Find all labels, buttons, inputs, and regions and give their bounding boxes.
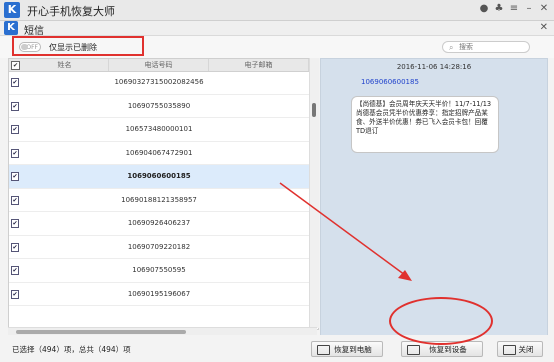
wechat-icon[interactable]: ●: [478, 3, 490, 15]
app-logo-icon: K: [4, 2, 20, 18]
sms-dialog: K 短信 ✕ OFF 仅显示已删除 ⌕ ✔ 姓名 电话号码 电子邮箱 ✔ 1069…: [0, 21, 554, 362]
message-sender: 1069060600185: [361, 78, 419, 86]
message-date: 2016-11-06 14:28:16: [396, 63, 472, 71]
row-checkbox[interactable]: ✔: [11, 125, 19, 134]
row-checkbox[interactable]: ✔: [11, 219, 19, 228]
row-phone-number: 106907550595: [132, 266, 186, 274]
row-checkbox[interactable]: ✔: [11, 242, 19, 252]
table-row[interactable]: ✔ 106904067472901: [9, 142, 318, 165]
row-phone-number: 10690188121358957: [121, 195, 197, 204]
row-phone-number: 10690195196067: [127, 289, 191, 298]
row-checkbox[interactable]: ✔: [11, 78, 19, 87]
select-all-checkbox[interactable]: ✔: [11, 61, 20, 70]
exit-icon: [503, 345, 516, 355]
annotation-box: [12, 36, 144, 56]
table-row[interactable]: ✔ 10690755035890: [9, 95, 318, 118]
close-app-icon[interactable]: ✕: [538, 3, 550, 15]
dialog-title: 短信: [24, 26, 44, 37]
row-phone-number: 10690755035890: [127, 101, 191, 110]
dialog-close-icon[interactable]: ✕: [540, 22, 548, 33]
row-phone-number: 10690926406237: [127, 219, 191, 227]
row-phone-number: 10690709220182: [127, 242, 191, 251]
table-row[interactable]: ✔ 106573480000101: [9, 118, 318, 142]
table-row[interactable]: ✔ 10690195196067: [9, 283, 318, 306]
app-title-bar: K 开心手机恢复大师 ● ♣ ≡ – ✕: [0, 0, 554, 21]
column-header-name[interactable]: 姓名: [21, 59, 109, 71]
message-pane: 2016-11-06 14:28:16 1069060600185 【尚德基】会…: [320, 58, 548, 337]
row-phone-number: 106573480000101: [125, 125, 193, 133]
footer: 已选择（494）项，总共（494）项 恢复到电脑 恢复到设备 关闭: [0, 335, 554, 362]
column-header-phone[interactable]: 电话号码: [109, 59, 209, 71]
row-checkbox[interactable]: ✔: [11, 266, 19, 275]
app-title: 开心手机恢复大师: [27, 5, 115, 18]
row-phone-number: 1069060600185: [127, 172, 191, 180]
contacts-table: ✔ 姓名 电话号码 电子邮箱 ✔ 10690327315002082456 ✔ 106…: [8, 58, 319, 330]
selection-count: 已选择（494）项，总共（494）项: [12, 345, 131, 354]
row-checkbox[interactable]: ✔: [11, 172, 19, 181]
table-row[interactable]: ✔ 10690188121358957: [9, 189, 318, 212]
table-row[interactable]: ✔ 10690327315002082456: [9, 71, 318, 95]
table-row[interactable]: ✔ 10690926406237: [9, 212, 318, 236]
toolbar: OFF 仅显示已删除 ⌕: [0, 36, 554, 58]
table-row[interactable]: ✔ 1069060600185: [9, 165, 318, 189]
search-box[interactable]: ⌕: [442, 41, 530, 53]
minimize-icon[interactable]: –: [523, 3, 535, 15]
search-input[interactable]: [459, 42, 525, 52]
restore-to-device-button[interactable]: 恢复到设备: [401, 341, 483, 357]
row-checkbox[interactable]: ✔: [11, 101, 19, 111]
scroll-thumb[interactable]: [16, 330, 186, 334]
dialog-logo-icon: K: [4, 21, 18, 35]
row-checkbox[interactable]: ✔: [11, 289, 19, 299]
table-row[interactable]: ✔ 10690709220182: [9, 236, 318, 259]
message-bubble: 【尚德基】会员周年庆天天半价！11/7-11/13尚德基会员凭半价优惠券享：指定…: [351, 96, 499, 153]
row-checkbox[interactable]: ✔: [11, 148, 19, 158]
scroll-thumb[interactable]: [312, 103, 316, 117]
close-button[interactable]: 关闭: [497, 341, 543, 357]
phone-icon: [407, 345, 420, 355]
table-vertical-scrollbar[interactable]: [309, 58, 319, 328]
skin-icon[interactable]: ♣: [493, 3, 505, 15]
column-header-email[interactable]: 电子邮箱: [209, 59, 309, 71]
restore-to-pc-button[interactable]: 恢复到电脑: [311, 341, 383, 357]
menu-icon[interactable]: ≡: [508, 3, 520, 15]
row-phone-number: 106904067472901: [125, 148, 193, 157]
computer-icon: [317, 345, 330, 355]
dialog-header: K 短信 ✕: [0, 21, 554, 37]
search-icon: ⌕: [449, 43, 454, 52]
row-checkbox[interactable]: ✔: [11, 195, 19, 205]
row-phone-number: 10690327315002082456: [114, 78, 204, 86]
table-row[interactable]: ✔ 106907550595: [9, 259, 318, 283]
